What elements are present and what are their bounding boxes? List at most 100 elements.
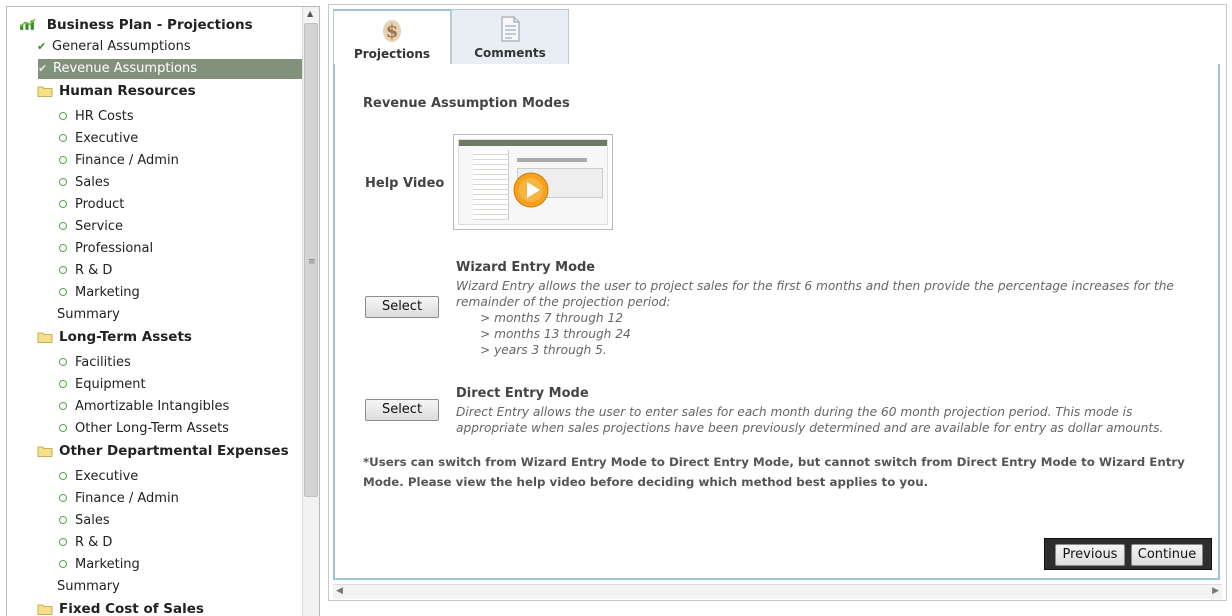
tree-item-label: Service [75,219,124,234]
tree-item-label: Finance / Admin [75,491,179,506]
checkmark-icon: ✔ [37,40,47,53]
tree-item-label: General Assumptions [52,39,191,54]
bullet-icon [59,560,67,568]
help-video-thumbnail[interactable] [453,134,613,230]
direct-mode-heading: Direct Entry Mode [456,386,589,401]
tab-comments[interactable]: Comments [451,9,569,65]
tree-folder-label: Human Resources [59,83,196,99]
dollar-sign-icon: $ [383,20,401,42]
content-panel: $ Projections Comments Revenue Assumptio… [328,4,1227,601]
tree-folder-human-resources[interactable]: Human Resources [37,81,196,101]
tree-item-sales[interactable]: Sales [57,511,110,531]
wizard-option: > months 13 through 24 [480,327,631,341]
svg-text:$: $ [386,21,399,42]
tree-item-label: Revenue Assumptions [53,61,198,76]
tree-item-finance-admin[interactable]: Finance / Admin [57,489,179,509]
select-direct-button[interactable]: Select [365,399,439,421]
tree-item-label: Equipment [75,377,146,392]
tree-item-label: Summary [57,579,120,594]
tab-label: Comments [474,46,546,60]
bullet-icon [59,358,67,366]
tree-item-label: Professional [75,241,154,256]
tree-item-product[interactable]: Product [57,195,124,215]
continue-button[interactable]: Continue [1131,544,1203,566]
bullet-icon [59,424,67,432]
tree-item-general-assumptions[interactable]: ✔ General Assumptions [37,37,191,57]
tree-item-executive[interactable]: Executive [57,129,138,149]
tree-item-executive[interactable]: Executive [57,467,138,487]
tree-folder-fixed-cost-of-sales[interactable]: Fixed Cost of Sales [37,599,204,616]
bullet-icon [59,380,67,388]
tree-item-summary[interactable]: Summary [57,305,120,325]
document-icon [501,16,520,42]
tree-item-service[interactable]: Service [57,217,123,237]
tree-item-label: Other Long-Term Assets [75,421,229,436]
tree-item-equipment[interactable]: Equipment [57,375,146,395]
bullet-icon [59,516,67,524]
navigation-tree: Business Plan - Projections ✔ General Ass… [7,7,303,616]
tree-item-other-long-term-assets[interactable]: Other Long-Term Assets [57,419,229,439]
tree-item-label: Marketing [75,285,140,300]
tree-item-summary[interactable]: Summary [57,577,120,597]
checkmark-icon: ✔ [38,62,48,75]
folder-icon [37,446,53,457]
bullet-icon [59,134,67,142]
scroll-right-icon[interactable]: ▶ [1212,586,1219,596]
tree-item-label: Amortizable Intangibles [75,399,230,414]
tree-item-label: Sales [75,513,110,528]
tab-projections[interactable]: $ Projections [333,9,451,65]
bullet-icon [59,288,67,296]
direct-mode-description: Direct Entry allows the user to enter sa… [456,405,1164,435]
tree-item-revenue-assumptions[interactable]: ✔ Revenue Assumptions [38,59,302,79]
video-preview [458,139,608,225]
previous-button[interactable]: Previous [1055,544,1125,566]
tree-item-r-and-d[interactable]: R & D [57,261,112,281]
tree-item-r-and-d[interactable]: R & D [57,533,112,553]
tree-folder-other-departmental-expenses[interactable]: Other Departmental Expenses [37,441,289,461]
bullet-icon [59,112,67,120]
bullet-icon [59,266,67,274]
folder-icon [37,86,53,97]
bullet-icon [59,178,67,186]
wizard-option: > years 3 through 5. [480,343,607,357]
wizard-description-text: Wizard Entry allows the user to project … [456,279,1174,309]
tree-root[interactable]: Business Plan - Projections [19,15,253,35]
page-title: Revenue Assumption Modes [363,96,570,111]
tree-item-professional[interactable]: Professional [57,239,153,259]
tree-item-label: Finance / Admin [75,153,179,168]
tree-item-marketing[interactable]: Marketing [57,555,140,575]
help-video-label: Help Video [365,176,445,191]
tree-item-hr-costs[interactable]: HR Costs [57,107,134,127]
tree-item-finance-admin[interactable]: Finance / Admin [57,151,179,171]
tree-scrollbar[interactable]: ▲ ≡ [302,7,319,616]
tree-folder-long-term-assets[interactable]: Long-Term Assets [37,327,192,347]
bullet-icon [59,494,67,502]
tab-label: Projections [353,47,431,61]
tree-item-label: R & D [75,263,113,278]
bullet-icon [59,538,67,546]
tree-item-label: HR Costs [75,109,134,124]
tree-root-label: Business Plan - Projections [46,17,253,33]
wizard-mode-heading: Wizard Entry Mode [456,260,596,275]
tree-item-label: R & D [75,535,113,550]
navigation-bar: Previous Continue [1044,538,1212,570]
wizard-mode-description: Wizard Entry allows the user to project … [456,278,1196,358]
tree-item-label: Executive [75,131,139,146]
horizontal-scrollbar[interactable]: ◀ ▶ [333,584,1222,599]
play-icon[interactable] [513,172,549,208]
bullet-icon [59,200,67,208]
tree-item-facilities[interactable]: Facilities [57,353,131,373]
tree-item-label: Summary [57,307,120,322]
tree-item-sales[interactable]: Sales [57,173,110,193]
tree-item-marketing[interactable]: Marketing [57,283,140,303]
tree-item-amortizable-intangibles[interactable]: Amortizable Intangibles [57,397,229,417]
scroll-left-icon[interactable]: ◀ [336,586,343,596]
projections-panel: Revenue Assumption Modes Help Video Sele… [333,64,1220,580]
wizard-option: > months 7 through 12 [480,311,624,325]
tree-item-label: Sales [75,175,110,190]
scrollbar-thumb[interactable]: ≡ [304,23,318,497]
scroll-up-icon[interactable]: ▲ [307,9,313,18]
tree-folder-label: Fixed Cost of Sales [59,601,204,616]
select-wizard-button[interactable]: Select [365,296,439,318]
tree-item-label: Facilities [75,355,131,370]
